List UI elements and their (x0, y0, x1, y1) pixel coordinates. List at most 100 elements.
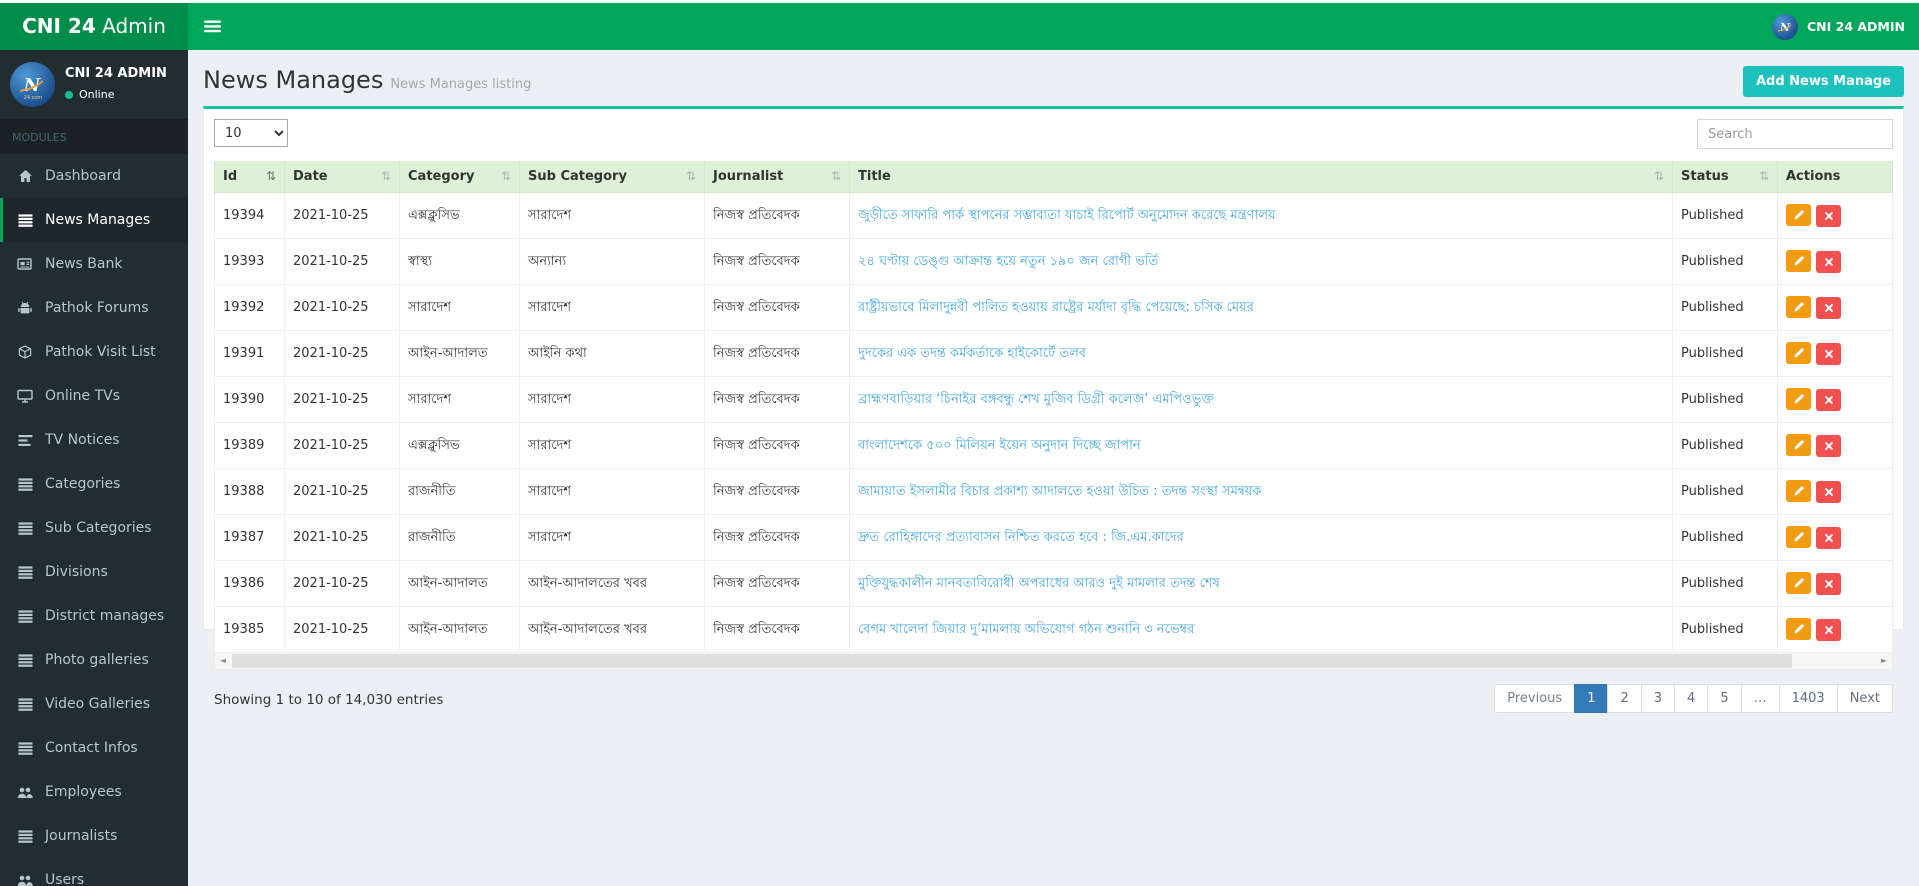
edit-button[interactable] (1786, 480, 1811, 502)
news-title-link[interactable]: মুক্তিযুদ্ধকালীন মানবতাবিরোধী অপরাধের আর… (858, 576, 1220, 591)
news-title-link[interactable]: ব্রাহ্মণবাড়িয়ার ‘চিনাইর বঙ্গবন্ধু শেখ … (858, 392, 1214, 407)
category-cell: সারাদেশ (399, 284, 520, 331)
actions-cell (1777, 284, 1893, 331)
page-button-2[interactable]: 2 (1607, 684, 1642, 713)
delete-button[interactable] (1816, 297, 1841, 319)
sort-icon[interactable]: ⇅ (501, 169, 511, 183)
sidebar-item-news-bank[interactable]: News Bank (0, 242, 188, 286)
news-title-link[interactable]: জামায়াত ইসলামীর বিচার প্রকাশ্য আদালতে হ… (858, 484, 1262, 499)
column-header-sub-category[interactable]: Sub Category ⇅ (519, 161, 705, 193)
edit-button[interactable] (1786, 526, 1811, 548)
news-title-link[interactable]: ২৪ ঘণ্টায় ডেঙ্গু আক্রান্ত হয়ে নতুন ১৯০… (858, 254, 1158, 269)
page-button-3[interactable]: 3 (1640, 684, 1676, 713)
brand-logo-text[interactable]: CNI 24 Admin (0, 3, 188, 50)
sidebar-item-online-tvs[interactable]: Online TVs (0, 374, 188, 418)
edit-button[interactable] (1786, 250, 1811, 272)
scroll-right-arrow-icon[interactable]: ► (1876, 653, 1892, 668)
delete-button[interactable] (1816, 205, 1841, 227)
scrollbar-thumb[interactable] (232, 654, 1792, 668)
delete-button[interactable] (1816, 435, 1841, 457)
delete-button[interactable] (1816, 481, 1841, 503)
actions-cell (1777, 560, 1893, 607)
edit-button[interactable] (1786, 434, 1811, 456)
page-button-4[interactable]: 4 (1674, 684, 1709, 713)
news-title-link[interactable]: দুদকের এক তদন্ত কর্মকর্তাকে হাইকোর্টে তল… (858, 346, 1086, 361)
sidebar-item-sub-categories[interactable]: Sub Categories (0, 506, 188, 550)
sidebar-item-divisions[interactable]: Divisions (0, 550, 188, 594)
sidebar-item-photo-galleries[interactable]: Photo galleries (0, 638, 188, 682)
sort-icon[interactable]: ⇅ (1654, 169, 1664, 183)
page-button-previous[interactable]: Previous (1494, 684, 1576, 713)
tasks-icon (16, 434, 34, 447)
page-size-select[interactable]: 10 (214, 119, 288, 147)
column-header-journalist[interactable]: Journalist ⇅ (704, 161, 850, 193)
sort-icon[interactable]: ⇅ (831, 169, 841, 183)
list-icon (16, 521, 34, 535)
journalist-cell: নিজস্ব প্রতিবেদক (704, 284, 850, 331)
horizontal-scrollbar[interactable]: ◄ ► (214, 653, 1893, 670)
edit-button[interactable] (1786, 388, 1811, 410)
page-button-5[interactable]: 5 (1707, 684, 1742, 713)
sort-icon[interactable]: ⇅ (381, 169, 391, 183)
page-button-1403[interactable]: 1403 (1778, 684, 1838, 713)
news-title-link[interactable]: বেগম খালেদা জিয়ার দু’মামলায় অভিযোগ গঠন… (858, 622, 1194, 637)
delete-button[interactable] (1816, 343, 1841, 365)
delete-button[interactable] (1816, 573, 1841, 595)
search-input[interactable] (1697, 119, 1893, 149)
date-cell: 2021-10-25 (284, 422, 400, 469)
column-header-status[interactable]: Status ⇅ (1672, 161, 1778, 193)
add-news-manage-button[interactable]: Add News Manage (1742, 66, 1904, 97)
sidebar-item-journalists[interactable]: Journalists (0, 814, 188, 858)
sidebar-item-label: Photo galleries (45, 652, 149, 668)
svg-text:N: N (1779, 21, 1791, 34)
news-title-link[interactable]: বাংলাদেশকে ৫০০ মিলিয়ন ইয়েন অনুদান দিচ্… (858, 438, 1141, 453)
delete-button[interactable] (1816, 251, 1841, 273)
column-header-title[interactable]: Title ⇅ (849, 161, 1673, 193)
sidebar-item-video-galleries[interactable]: Video Galleries (0, 682, 188, 726)
edit-button[interactable] (1786, 342, 1811, 364)
news-title-link[interactable]: দ্রুত রোহিঙ্গাদের প্রত্যাবাসন নিশ্চিত কর… (858, 530, 1184, 545)
sidebar-item-dashboard[interactable]: Dashboard (0, 154, 188, 198)
hamburger-icon (203, 20, 221, 33)
sort-icon[interactable]: ⇅ (686, 169, 696, 183)
sidebar-item-news-manages[interactable]: News Manages (0, 198, 188, 242)
column-header-date[interactable]: Date ⇅ (284, 161, 400, 193)
sort-icon[interactable]: ⇅ (1759, 169, 1769, 183)
sidebar-item-employees[interactable]: Employees (0, 770, 188, 814)
sub-category-cell: অন্যান্য (519, 238, 705, 285)
sidebar-toggle-button[interactable] (188, 3, 236, 50)
delete-button[interactable] (1816, 389, 1841, 411)
sidebar-item-label: Categories (45, 476, 121, 492)
sidebar-item-users[interactable]: Users (0, 858, 188, 886)
edit-button[interactable] (1786, 618, 1811, 640)
news-title-link[interactable]: রাষ্ট্রীয়ভাবে মিলাদুন্নবী পালিত হওয়ায়… (858, 300, 1254, 315)
news-title-link[interactable]: জুড়ীতে সাফারি পার্ক স্থাপনের সম্ভাব্যতা… (858, 208, 1276, 223)
content-header: News Manages News Manages listing Add New… (188, 50, 1919, 106)
scroll-left-arrow-icon[interactable]: ◄ (215, 653, 231, 668)
edit-button[interactable] (1786, 572, 1811, 594)
category-cell: আইন-আদালত (399, 606, 520, 653)
sidebar-item-categories[interactable]: Categories (0, 462, 188, 506)
sidebar-item-pathok-visit-list[interactable]: Pathok Visit List (0, 330, 188, 374)
column-header-category[interactable]: Category ⇅ (399, 161, 520, 193)
edit-button[interactable] (1786, 296, 1811, 318)
sidebar-item-contact-infos[interactable]: Contact Infos (0, 726, 188, 770)
status-cell: Published (1672, 192, 1778, 239)
user-menu[interactable]: N CNI 24 ADMIN (1772, 3, 1905, 50)
cube-icon (16, 345, 34, 359)
sidebar-item-tv-notices[interactable]: TV Notices (0, 418, 188, 462)
sidebar-item-pathok-forums[interactable]: Pathok Forums (0, 286, 188, 330)
column-header-id[interactable]: Id ⇅ (214, 161, 285, 193)
sub-category-cell: আইন-আদালতের খবর (519, 606, 705, 653)
page-button-1[interactable]: 1 (1574, 684, 1609, 713)
sidebar-item-district-manages[interactable]: District manages (0, 594, 188, 638)
edit-button[interactable] (1786, 204, 1811, 226)
sort-icon[interactable]: ⇅ (266, 169, 276, 183)
sub-category-cell: সারাদেশ (519, 514, 705, 561)
user-avatar-small: N (1772, 13, 1798, 40)
delete-button[interactable] (1816, 619, 1841, 641)
table-row: 19391 2021-10-25 আইন-আদালত আইনি কথা নিজস্ব প… (214, 330, 1893, 377)
page-button-next[interactable]: Next (1836, 684, 1893, 713)
journalist-cell: নিজস্ব প্রতিবেদক (704, 376, 850, 423)
delete-button[interactable] (1816, 527, 1841, 549)
